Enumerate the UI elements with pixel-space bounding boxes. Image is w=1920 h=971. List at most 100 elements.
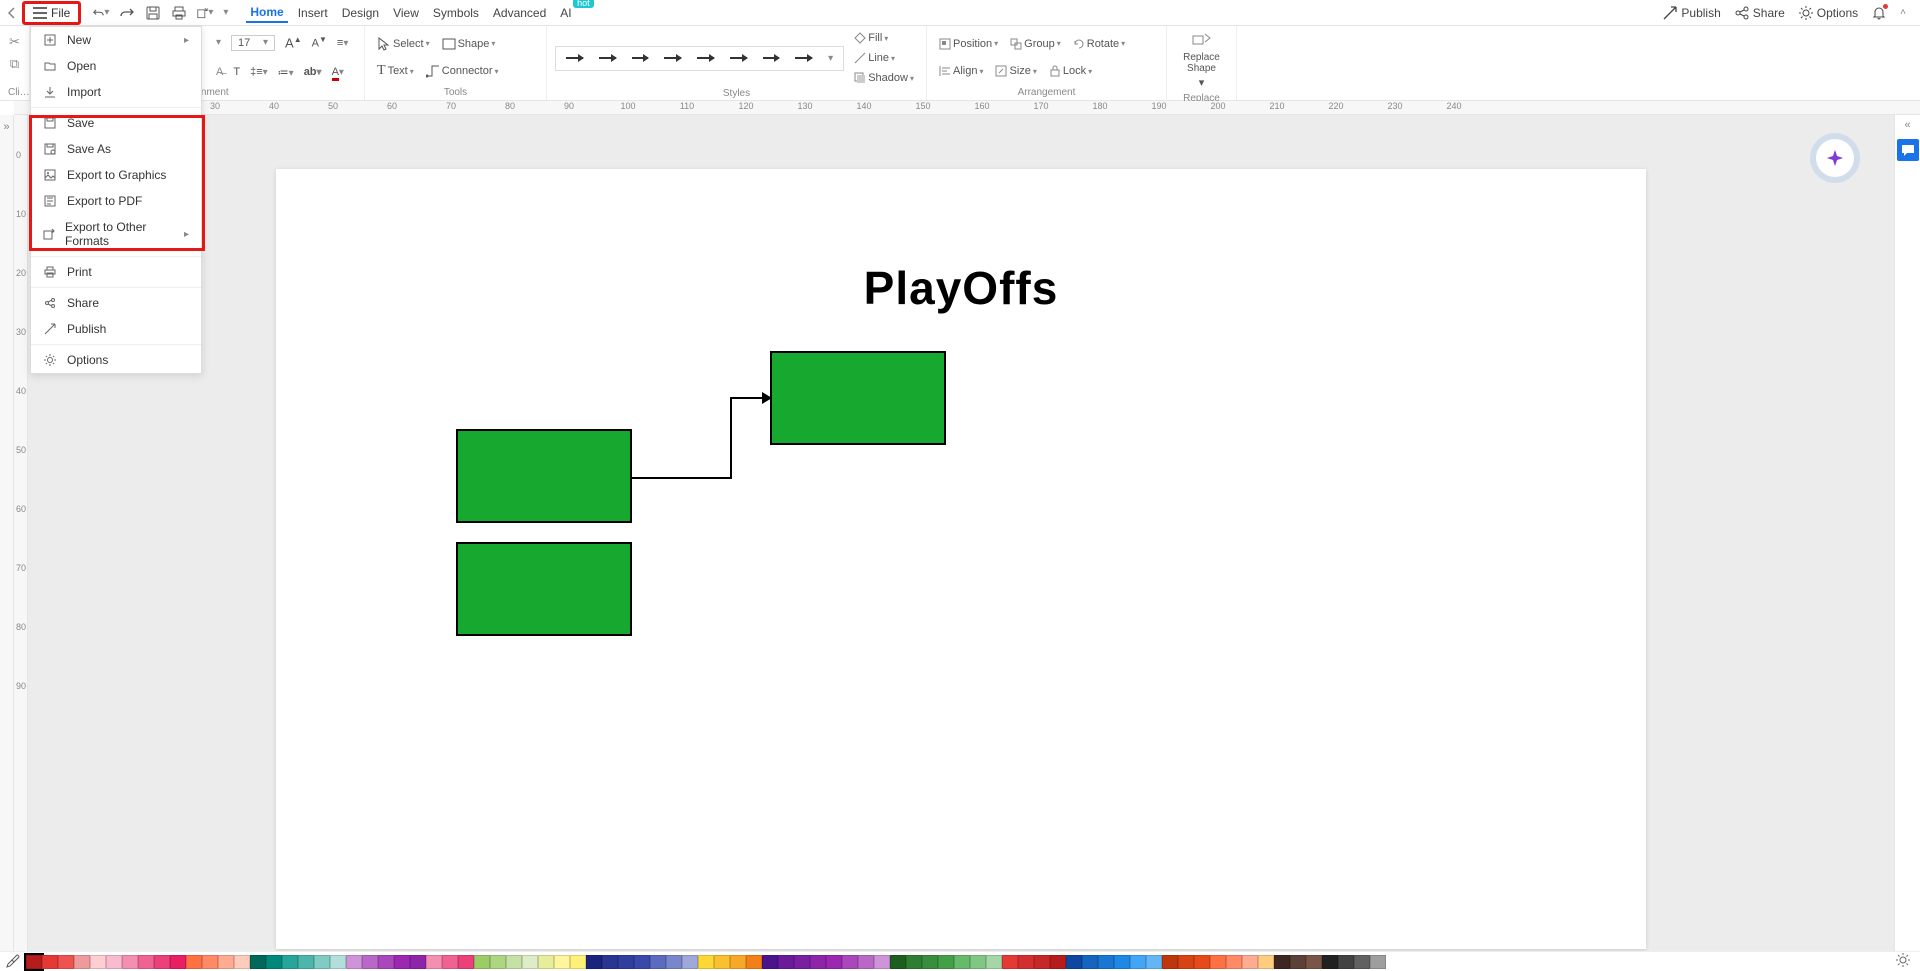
file-menu-item-save[interactable]: Save [31, 110, 201, 136]
color-swatch[interactable] [58, 955, 74, 969]
color-swatch[interactable] [42, 955, 58, 969]
color-swatch[interactable] [1194, 955, 1210, 969]
color-swatch[interactable] [154, 955, 170, 969]
diagram-title[interactable]: PlayOffs [276, 261, 1646, 315]
color-swatch[interactable] [778, 955, 794, 969]
replace-shape-button[interactable]: Replace Shape ▾ [1175, 30, 1228, 91]
color-swatch[interactable] [522, 955, 538, 969]
color-swatch[interactable] [314, 955, 330, 969]
ai-assistant-bubble[interactable] [1816, 139, 1854, 177]
select-tool-button[interactable]: Select▾ [373, 35, 434, 53]
align-button[interactable]: ≡▾ [337, 37, 348, 49]
color-swatch[interactable] [890, 955, 906, 969]
color-options-button[interactable] [1896, 953, 1914, 971]
text-direction-button[interactable]: ab▾ [304, 66, 322, 78]
right-panel-toggle[interactable]: « [1904, 119, 1910, 131]
line-button[interactable]: Line▾ [850, 50, 918, 66]
file-menu-item-save-as[interactable]: Save As [31, 136, 201, 162]
color-swatch[interactable] [602, 955, 618, 969]
align-arr-button[interactable]: Align▾ [935, 63, 987, 79]
file-menu-button[interactable]: File [22, 1, 81, 25]
color-swatch[interactable] [986, 955, 1002, 969]
save-button[interactable] [145, 5, 161, 21]
color-swatch[interactable] [106, 955, 122, 969]
shape-tool-button[interactable]: Shape▾ [438, 36, 500, 52]
color-swatch[interactable] [1210, 955, 1226, 969]
color-swatch[interactable] [1114, 955, 1130, 969]
copy-icon[interactable]: ⧉ [10, 56, 19, 72]
color-swatch[interactable] [922, 955, 938, 969]
list-button[interactable]: ≔▾ [278, 66, 294, 79]
font-size-select[interactable]: 17▾ [231, 35, 275, 51]
file-menu-item-export-to-pdf[interactable]: Export to PDF [31, 188, 201, 214]
color-swatch[interactable] [298, 955, 314, 969]
qat-customize[interactable]: ▾ [223, 7, 228, 18]
tab-home[interactable]: Home [246, 3, 287, 23]
color-swatch[interactable] [330, 955, 346, 969]
color-swatch[interactable] [1034, 955, 1050, 969]
color-swatch[interactable] [410, 955, 426, 969]
shape-rect-1[interactable] [456, 429, 632, 523]
connector-style-gallery[interactable]: ▾ [555, 46, 844, 71]
color-swatch[interactable] [682, 955, 698, 969]
color-swatch[interactable] [794, 955, 810, 969]
color-swatch[interactable] [570, 955, 586, 969]
text-tool-button[interactable]: T Text▾ [373, 61, 418, 81]
color-swatch[interactable] [1018, 955, 1034, 969]
color-swatch[interactable] [234, 955, 250, 969]
color-swatch[interactable] [458, 955, 474, 969]
color-swatch[interactable] [1242, 955, 1258, 969]
rotate-button[interactable]: Rotate▾ [1069, 36, 1129, 52]
collapse-ribbon-button[interactable]: ˄ [1900, 7, 1906, 18]
color-swatch[interactable] [1306, 955, 1322, 969]
color-swatch[interactable] [362, 955, 378, 969]
color-swatch[interactable] [378, 955, 394, 969]
color-swatch[interactable] [858, 955, 874, 969]
color-swatch[interactable] [186, 955, 202, 969]
color-swatch[interactable] [938, 955, 954, 969]
color-swatch[interactable] [714, 955, 730, 969]
tab-insert[interactable]: Insert [294, 4, 332, 22]
tab-advanced[interactable]: Advanced [489, 4, 550, 22]
color-swatch[interactable] [346, 955, 362, 969]
color-swatch[interactable] [826, 955, 842, 969]
file-menu-item-share[interactable]: Share [31, 290, 201, 316]
color-swatch[interactable] [74, 955, 90, 969]
color-swatch[interactable] [842, 955, 858, 969]
color-swatch[interactable] [1354, 955, 1370, 969]
color-swatch[interactable] [122, 955, 138, 969]
group-button[interactable]: Group▾ [1006, 36, 1065, 52]
color-swatch[interactable] [1226, 955, 1242, 969]
publish-button[interactable]: Publish [1663, 6, 1720, 20]
file-menu-item-import[interactable]: Import [31, 79, 201, 105]
file-menu-item-open[interactable]: Open [31, 53, 201, 79]
tab-design[interactable]: Design [338, 4, 383, 22]
redo-button[interactable] [119, 5, 135, 21]
color-swatch[interactable] [906, 955, 922, 969]
color-swatch[interactable] [490, 955, 506, 969]
color-swatch[interactable] [762, 955, 778, 969]
color-swatch[interactable] [474, 955, 490, 969]
tab-ai[interactable]: AI hot [556, 4, 575, 22]
color-swatch[interactable] [1082, 955, 1098, 969]
color-swatch[interactable] [954, 955, 970, 969]
connector-tool-button[interactable]: Connector▾ [422, 62, 503, 80]
file-menu-item-export-to-graphics[interactable]: Export to Graphics [31, 162, 201, 188]
color-swatch[interactable] [634, 955, 650, 969]
color-swatch[interactable] [90, 955, 106, 969]
color-swatch[interactable] [538, 955, 554, 969]
connector-1[interactable] [632, 397, 772, 479]
color-swatch[interactable] [442, 955, 458, 969]
text-tool-button[interactable]: T [233, 66, 240, 78]
notification-button[interactable] [1872, 6, 1886, 20]
color-swatch[interactable] [394, 955, 410, 969]
color-swatch[interactable] [282, 955, 298, 969]
canvas-page[interactable]: PlayOffs [276, 169, 1646, 949]
color-swatch[interactable] [1370, 955, 1386, 969]
color-swatch[interactable] [1322, 955, 1338, 969]
file-menu-item-options[interactable]: Options [31, 347, 201, 373]
back-button[interactable] [4, 5, 20, 21]
tab-symbols[interactable]: Symbols [429, 4, 483, 22]
clear-format-button[interactable]: A̶ [216, 66, 223, 78]
tab-view[interactable]: View [389, 4, 423, 22]
